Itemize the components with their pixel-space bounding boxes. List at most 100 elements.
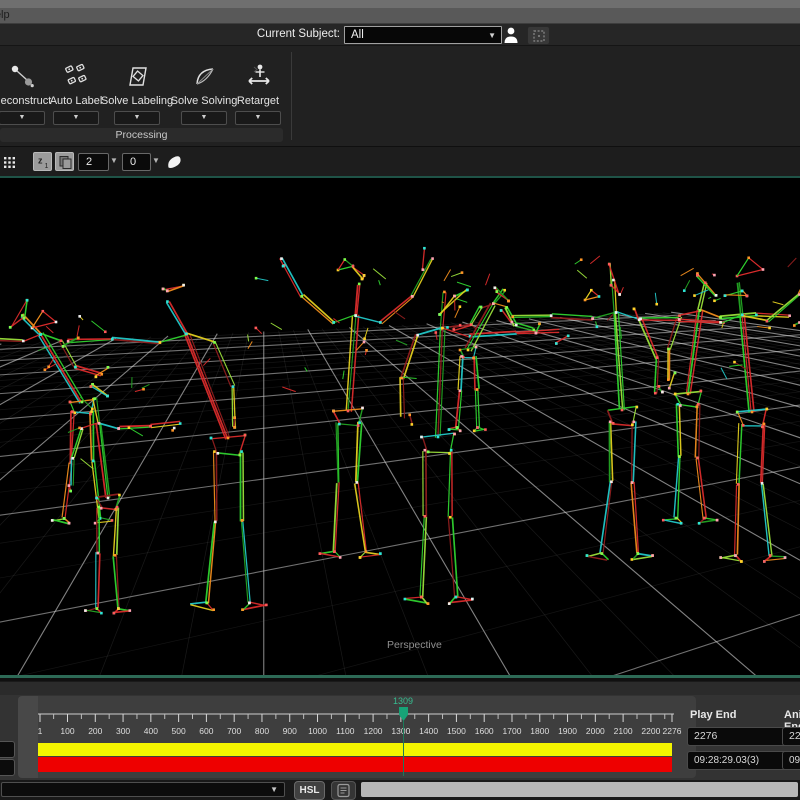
range-field-start-a[interactable] — [0, 741, 15, 758]
mocap-figure — [280, 247, 434, 559]
timeline-panel: 1100200300400500600700800900100011001200… — [0, 695, 800, 780]
ribbon-separator — [291, 52, 292, 140]
sort-labels-icon: z 1 — [35, 154, 51, 170]
ruler-tick-label: 1100 — [336, 726, 355, 736]
menu-item-help[interactable]: Help — [0, 8, 10, 23]
retarget-dropdown[interactable]: ▼ — [235, 111, 281, 125]
retarget-button[interactable]: Retarget ▼ — [221, 58, 295, 125]
subject-person-icon — [503, 26, 519, 44]
ruler-tick-label: 1500 — [447, 726, 466, 736]
ruler-tick-label: 800 — [255, 726, 269, 736]
marker-pen-button[interactable] — [165, 153, 183, 171]
processing-ribbon: Reconstruct ▼ Auto Label ▼ Sol — [0, 46, 800, 146]
retarget-icon — [243, 61, 273, 91]
timeline-ruler[interactable]: 1100200300400500600700800900100011001200… — [18, 696, 696, 742]
grid-pane-button[interactable] — [527, 26, 550, 45]
marker-triangle — [337, 258, 355, 271]
copy-pages-toggle[interactable] — [55, 152, 74, 171]
ruler-tick-label: 1400 — [419, 726, 438, 736]
ruler-tick-label: 300 — [116, 726, 130, 736]
subject-bar: Current Subject: All ▼ — [0, 24, 800, 46]
svg-text:1: 1 — [44, 163, 48, 170]
ruler-tick-label: 400 — [144, 726, 158, 736]
ruler-tick-label: 2200 — [641, 726, 660, 736]
script-progress-bar[interactable] — [361, 782, 798, 797]
ruler-tick-label: 100 — [60, 726, 74, 736]
current-subject-combobox[interactable]: All ▼ — [344, 26, 502, 44]
subject-person-button[interactable] — [500, 25, 522, 44]
playhead-line — [403, 721, 404, 776]
marker-pen-icon — [166, 154, 182, 170]
marker-triangle — [584, 289, 601, 301]
svg-text:z: z — [38, 155, 43, 165]
marker-triangle — [736, 257, 765, 278]
film-grid-button[interactable] — [1, 154, 17, 170]
ruler-tick-label: 500 — [172, 726, 186, 736]
ruler-tick-label: 1700 — [503, 726, 522, 736]
timeline-track-red[interactable] — [38, 757, 672, 772]
ruler-tick-label: 200 — [88, 726, 102, 736]
retarget-label: Retarget — [237, 95, 279, 107]
play-end-time-field[interactable]: 09:28:29.03(3) — [687, 751, 789, 770]
playhead-frame-label: 1309 — [383, 696, 423, 706]
auto-label-label: Auto Label — [50, 95, 103, 107]
solve-solving-icon — [189, 61, 219, 91]
solve-labeling-dropdown[interactable]: ▼ — [114, 111, 160, 125]
solve-labeling-label: Solve Labeling — [101, 95, 173, 107]
script-button[interactable] — [331, 781, 356, 800]
timeline-track-area: 1100200300400500600700800900100011001200… — [18, 696, 696, 778]
current-subject-label: Current Subject: — [230, 28, 340, 40]
ruler-tick-label: 1300 — [391, 726, 410, 736]
application-window: Help Current Subject: All ▼ — [0, 0, 800, 800]
chevron-down-icon: ▼ — [488, 28, 496, 44]
view-toolbar: z 1 2 ▼ 0 ▼ — [0, 146, 800, 176]
viewport-3d-container — [0, 176, 800, 678]
ruler-tick-label: 1 — [38, 726, 43, 736]
secondary-dropdown-arrow[interactable]: ▼ — [152, 156, 160, 165]
range-field-start-b[interactable] — [0, 759, 15, 776]
timeline-track-yellow[interactable] — [38, 743, 672, 756]
level-combobox[interactable]: 2 — [78, 153, 109, 171]
status-combobox[interactable]: ▼ — [1, 782, 285, 797]
viewport-bottom-strip — [0, 681, 800, 695]
solve-labeling-icon — [122, 61, 152, 91]
script-icon — [336, 783, 351, 798]
anim-end-frame-field[interactable]: 2276 — [782, 727, 800, 746]
hsl-button[interactable]: HSL — [294, 781, 325, 800]
mocap-figure — [62, 277, 296, 611]
viewport-3d[interactable] — [0, 178, 800, 675]
ruler-tick-label: 900 — [283, 726, 297, 736]
anim-end-time-field[interactable]: 09:28:29.03(3) — [782, 751, 800, 770]
ruler-tick-label: 700 — [227, 726, 241, 736]
ruler-tick-label: 1800 — [530, 726, 549, 736]
mocap-figure — [655, 268, 800, 524]
viewport-camera-label: Perspective — [387, 639, 442, 651]
ribbon-group-label: Processing — [0, 128, 283, 142]
chevron-down-icon: ▼ — [270, 785, 278, 794]
mocap-figure — [500, 256, 664, 561]
film-grid-icon — [3, 156, 16, 169]
secondary-combobox[interactable]: 0 — [122, 153, 151, 171]
level-dropdown-arrow[interactable]: ▼ — [110, 156, 118, 165]
solve-labeling-button[interactable]: Solve Labeling ▼ — [100, 58, 174, 125]
menu-bar: Help — [0, 8, 800, 24]
ruler-tick-label: 2100 — [614, 726, 633, 736]
sort-labels-toggle[interactable]: z 1 — [33, 152, 52, 171]
mocap-figure — [373, 269, 569, 605]
ruler-tick-label: 600 — [199, 726, 213, 736]
auto-label-icon — [61, 61, 91, 91]
floor-grid — [0, 312, 800, 675]
ruler-tick-label: 1900 — [558, 726, 577, 736]
secondary-value: 0 — [130, 156, 136, 168]
ruler-tick-label: 2276 — [663, 726, 682, 736]
ruler-tick-label: 1600 — [475, 726, 494, 736]
status-bar: ▼ HSL — [0, 780, 800, 800]
window-title-strip — [0, 0, 800, 8]
auto-label-dropdown[interactable]: ▼ — [53, 111, 99, 125]
play-end-frame-field[interactable]: 2276 — [687, 727, 789, 746]
ruler-tick-label: 1200 — [364, 726, 383, 736]
level-value: 2 — [86, 156, 92, 168]
play-end-label: Play End — [690, 709, 736, 721]
current-subject-value: All — [351, 29, 364, 41]
grid-pane-icon — [533, 30, 545, 42]
